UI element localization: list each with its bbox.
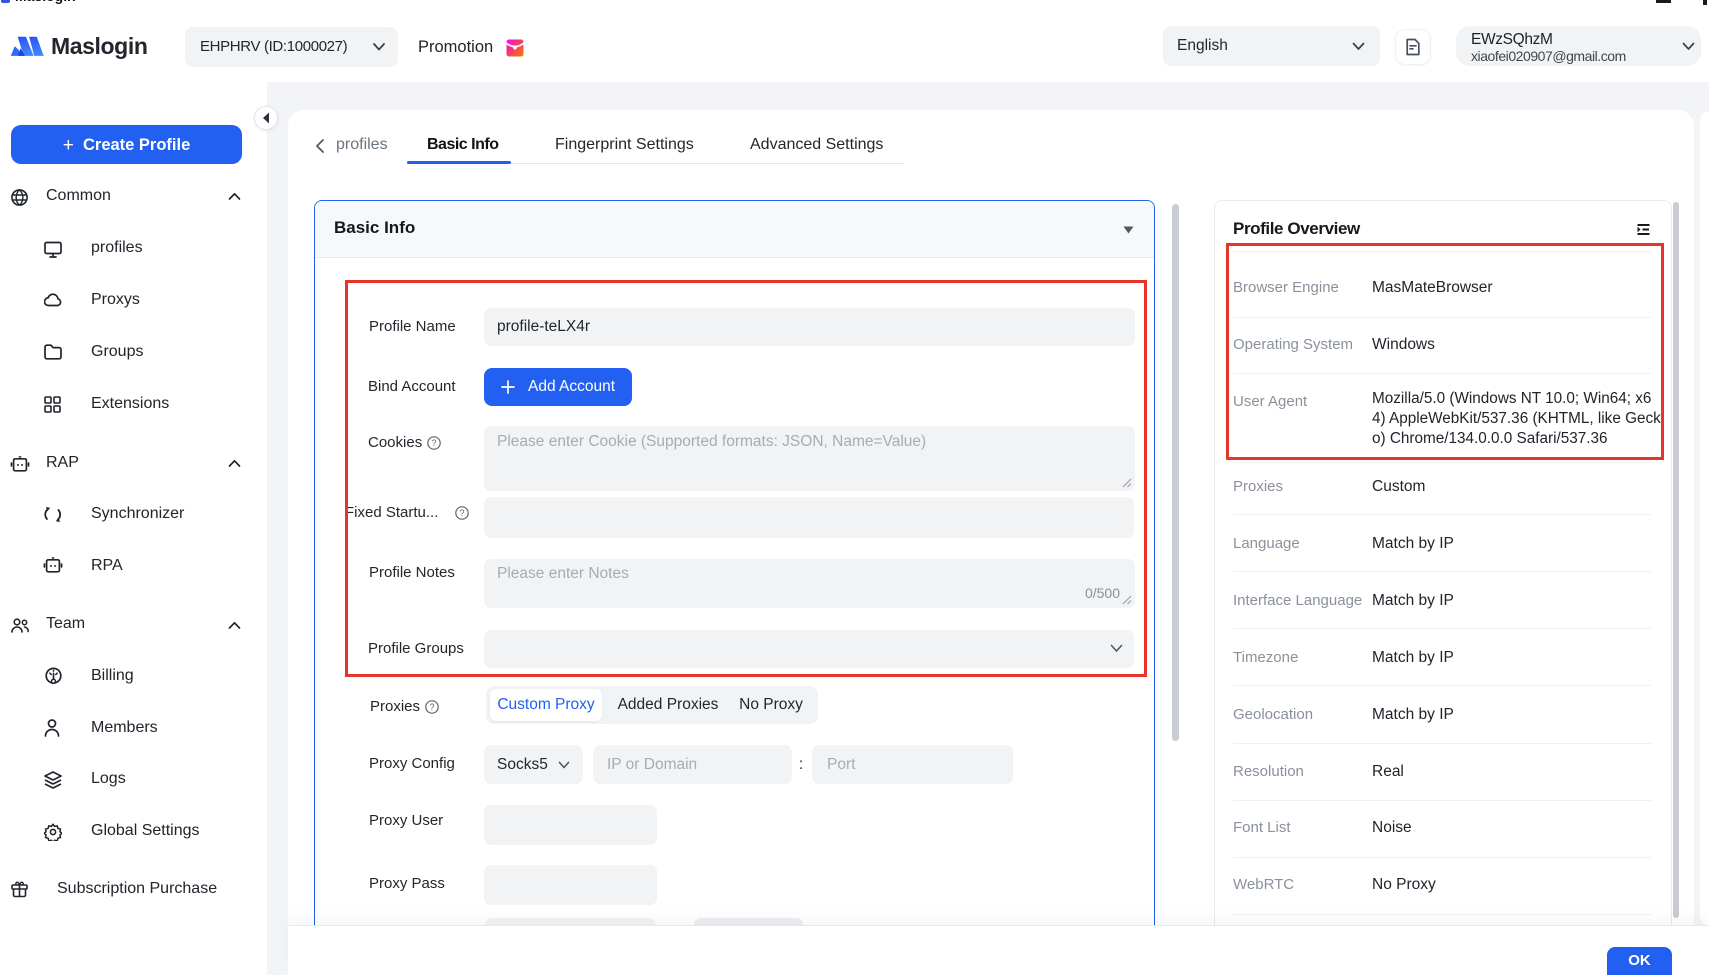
svg-text:?: ? (429, 702, 434, 712)
